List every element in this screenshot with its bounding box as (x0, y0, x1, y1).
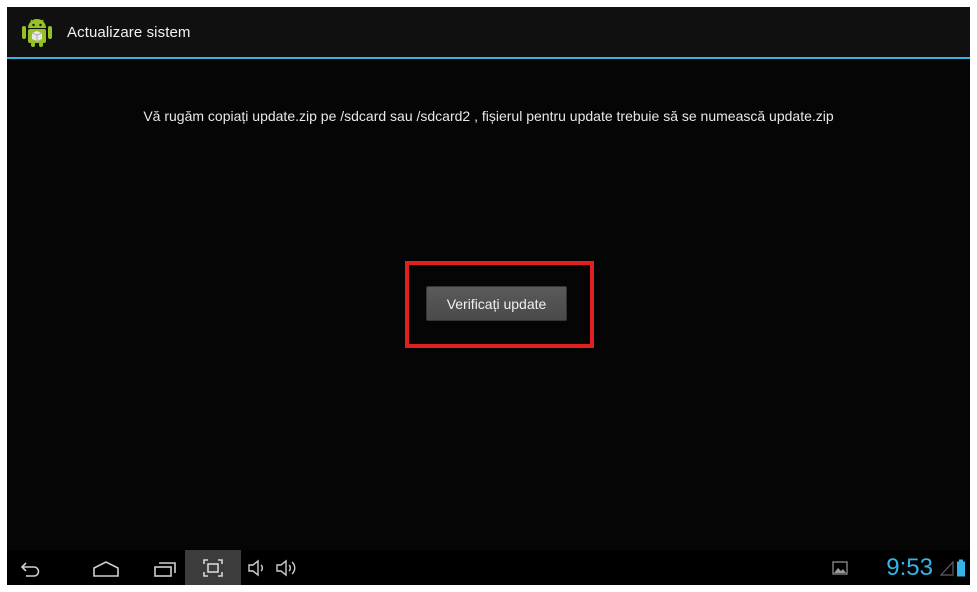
recent-apps-button[interactable] (149, 550, 183, 585)
screenshot-icon (203, 558, 223, 577)
home-button[interactable] (87, 550, 125, 585)
battery-indicator (955, 550, 967, 585)
signal-icon (940, 559, 954, 576)
home-icon (93, 560, 119, 577)
clock: 9:53 (886, 554, 933, 581)
volume-up-icon (276, 559, 296, 576)
system-bar: 9:53 (7, 550, 970, 585)
volume-down-icon (248, 559, 263, 576)
signal-indicator (940, 550, 954, 585)
battery-icon (957, 559, 965, 576)
app-title: Actualizare sistem (67, 23, 191, 41)
volume-down-button[interactable] (243, 550, 271, 585)
recent-apps-icon (154, 561, 176, 577)
gallery-notification-icon (832, 560, 848, 575)
update-instructions: Vă rugăm copiați update.zip pe /sdcard s… (143, 108, 834, 124)
action-bar-divider (7, 57, 970, 59)
volume-up-button[interactable] (271, 550, 301, 585)
action-bar: Actualizare sistem (7, 7, 970, 57)
check-update-button[interactable]: Verificați update (426, 286, 567, 321)
back-button[interactable] (15, 550, 45, 585)
android-screen: Actualizare sistem Vă rugăm copiați upda… (7, 7, 970, 585)
back-icon (20, 561, 40, 577)
screenshot-button[interactable] (185, 550, 241, 585)
gallery-notification[interactable] (829, 550, 851, 585)
android-robot-icon (22, 19, 52, 47)
